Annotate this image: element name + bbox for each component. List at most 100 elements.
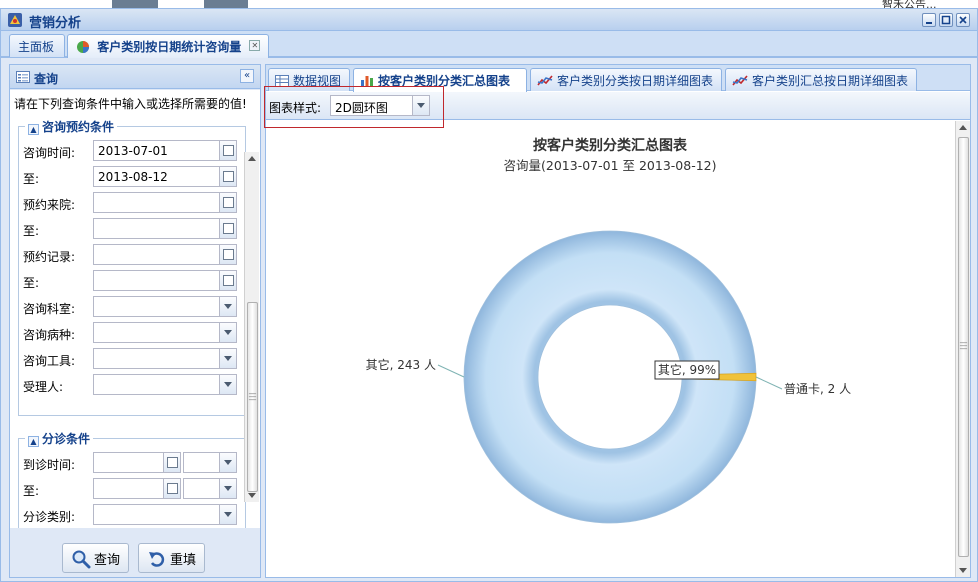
consult-conditions-section: ▲ 咨询预约条件 咨询时间: 2013-07-01 至: 2013-08-12 预…	[18, 118, 246, 416]
field-label: 至:	[23, 484, 40, 498]
field-label: 至:	[23, 172, 40, 186]
appointment-record-start-input[interactable]	[93, 244, 237, 265]
chart-scrollbar[interactable]: — — —	[955, 121, 970, 577]
minimize-button[interactable]	[922, 13, 936, 27]
highlight-box	[264, 86, 444, 128]
field-label: 咨询科室:	[23, 302, 76, 316]
field-appointment-record-end: 至:	[23, 270, 243, 292]
button-label: 重填	[170, 553, 197, 568]
calendar-icon[interactable]	[219, 245, 236, 264]
field-consult-time: 咨询时间: 2013-07-01	[23, 140, 243, 162]
grip-icon: — — —	[959, 338, 968, 353]
field-label: 分诊类别:	[23, 510, 76, 524]
close-icon	[959, 16, 967, 24]
field-appointment-visit: 预约来院:	[23, 192, 243, 214]
dropdown-arrow-icon[interactable]	[219, 349, 236, 368]
main-window: 营销分析 主面板 客户类别按日期统计咨询量 ✕ 查询 « 请在下列查询条件中输入…	[0, 8, 978, 582]
slice-data-label: 其它, 243 人	[366, 357, 436, 372]
tab-main-board[interactable]: 主面板	[9, 34, 65, 57]
window-titlebar: 营销分析	[1, 9, 977, 31]
field-triage-category: 分诊类别:	[23, 504, 243, 526]
form-icon	[16, 71, 30, 83]
visit-end-hour-select[interactable]	[183, 478, 237, 499]
field-consult-department: 咨询科室:	[23, 296, 243, 318]
field-visit-end: 至:	[23, 478, 243, 500]
consult-start-date-input[interactable]: 2013-07-01	[93, 140, 237, 161]
grip-icon: — — —	[248, 389, 257, 404]
calendar-icon[interactable]	[219, 219, 236, 238]
field-label: 至:	[23, 224, 40, 238]
button-label: 查询	[94, 553, 121, 568]
query-panel-header: 查询 «	[10, 65, 260, 89]
reset-button[interactable]: 重填	[138, 543, 206, 573]
tab-label: 客户类别按日期统计咨询量	[97, 40, 242, 54]
query-form-scrollbar[interactable]: — — —	[244, 152, 259, 502]
section-legend-text: 分诊条件	[42, 432, 91, 446]
calendar-icon[interactable]	[163, 479, 180, 498]
close-window-button[interactable]	[956, 13, 970, 27]
dropdown-arrow-icon[interactable]	[219, 453, 236, 472]
field-consult-disease: 咨询病种:	[23, 322, 243, 344]
tab-close-icon[interactable]: ✕	[249, 40, 261, 51]
visit-start-hour-select[interactable]	[183, 452, 237, 473]
dropdown-arrow-icon[interactable]	[219, 323, 236, 342]
line-chart-icon	[732, 75, 748, 86]
triage-category-select[interactable]	[93, 504, 237, 525]
consult-department-select[interactable]	[93, 296, 237, 317]
consult-section-legend[interactable]: ▲ 咨询预约条件	[25, 118, 118, 135]
field-handler: 受理人:	[23, 374, 243, 396]
visit-end-date-input[interactable]	[93, 478, 181, 499]
dropdown-arrow-icon[interactable]	[219, 479, 236, 498]
tab-label: 主面板	[18, 40, 55, 54]
field-label: 咨询工具:	[23, 354, 76, 368]
consult-tool-select[interactable]	[93, 348, 237, 369]
label-leader-line	[755, 376, 783, 390]
field-label: 到诊时间:	[23, 458, 76, 472]
scroll-up-icon[interactable]	[959, 125, 967, 130]
consult-end-date-input[interactable]: 2013-08-12	[93, 166, 237, 187]
calendar-icon[interactable]	[219, 167, 236, 186]
collapse-section-icon[interactable]: ▲	[28, 436, 39, 447]
query-button[interactable]: 查询	[62, 543, 130, 573]
minimize-icon	[926, 22, 932, 24]
field-appointment-visit-end: 至:	[23, 218, 243, 240]
calendar-icon[interactable]	[219, 193, 236, 212]
visit-start-date-input[interactable]	[93, 452, 181, 473]
collapse-left-icon[interactable]: «	[240, 69, 254, 83]
chart-panel: 数据视图 按客户类别分类汇总图表 客户类别分类按日期详细图表 客户类别汇总按日期…	[265, 64, 971, 578]
triage-section-legend[interactable]: ▲ 分诊条件	[25, 430, 94, 447]
maximize-button[interactable]	[939, 13, 953, 27]
field-consult-end: 至: 2013-08-12	[23, 166, 243, 188]
handler-select[interactable]	[93, 374, 237, 395]
calendar-icon[interactable]	[219, 271, 236, 290]
dropdown-arrow-icon[interactable]	[219, 297, 236, 316]
scroll-down-icon[interactable]	[248, 493, 256, 498]
magnifier-icon	[72, 550, 91, 569]
appointment-visit-end-input[interactable]	[93, 218, 237, 239]
input-value: 2013-08-12	[98, 170, 168, 184]
scroll-up-icon[interactable]	[248, 156, 256, 161]
main-area: 查询 « 请在下列查询条件中输入或选择所需要的值! ▲ 咨询预约条件 咨询时间: …	[1, 58, 977, 581]
dropdown-arrow-icon[interactable]	[219, 505, 236, 524]
field-label: 咨询病种:	[23, 328, 76, 342]
calendar-icon[interactable]	[163, 453, 180, 472]
donut-chart: 其它, 243 人普通卡, 2 人 其它, 99%	[366, 230, 851, 524]
tab-summary-by-date-chart[interactable]: 客户类别汇总按日期详细图表	[725, 68, 917, 91]
query-form: 请在下列查询条件中输入或选择所需要的值! ▲ 咨询预约条件 咨询时间: 2013-…	[10, 90, 260, 528]
undo-icon	[149, 552, 165, 567]
field-consult-tool: 咨询工具:	[23, 348, 243, 370]
calendar-icon[interactable]	[219, 141, 236, 160]
tab-category-by-date-chart[interactable]: 客户类别分类按日期详细图表	[530, 68, 722, 91]
app-icon	[8, 13, 22, 27]
appointment-record-end-input[interactable]	[93, 270, 237, 291]
collapse-section-icon[interactable]: ▲	[28, 124, 39, 135]
scroll-down-icon[interactable]	[959, 568, 967, 573]
consult-disease-select[interactable]	[93, 322, 237, 343]
field-label: 预约记录:	[23, 250, 76, 264]
dropdown-arrow-icon[interactable]	[219, 375, 236, 394]
query-panel-title: 查询	[34, 72, 59, 86]
tooltip-text: 其它, 99%	[658, 362, 716, 377]
tab-customer-category-stats[interactable]: 客户类别按日期统计咨询量 ✕	[67, 34, 269, 58]
field-label: 预约来院:	[23, 198, 76, 212]
appointment-visit-start-input[interactable]	[93, 192, 237, 213]
